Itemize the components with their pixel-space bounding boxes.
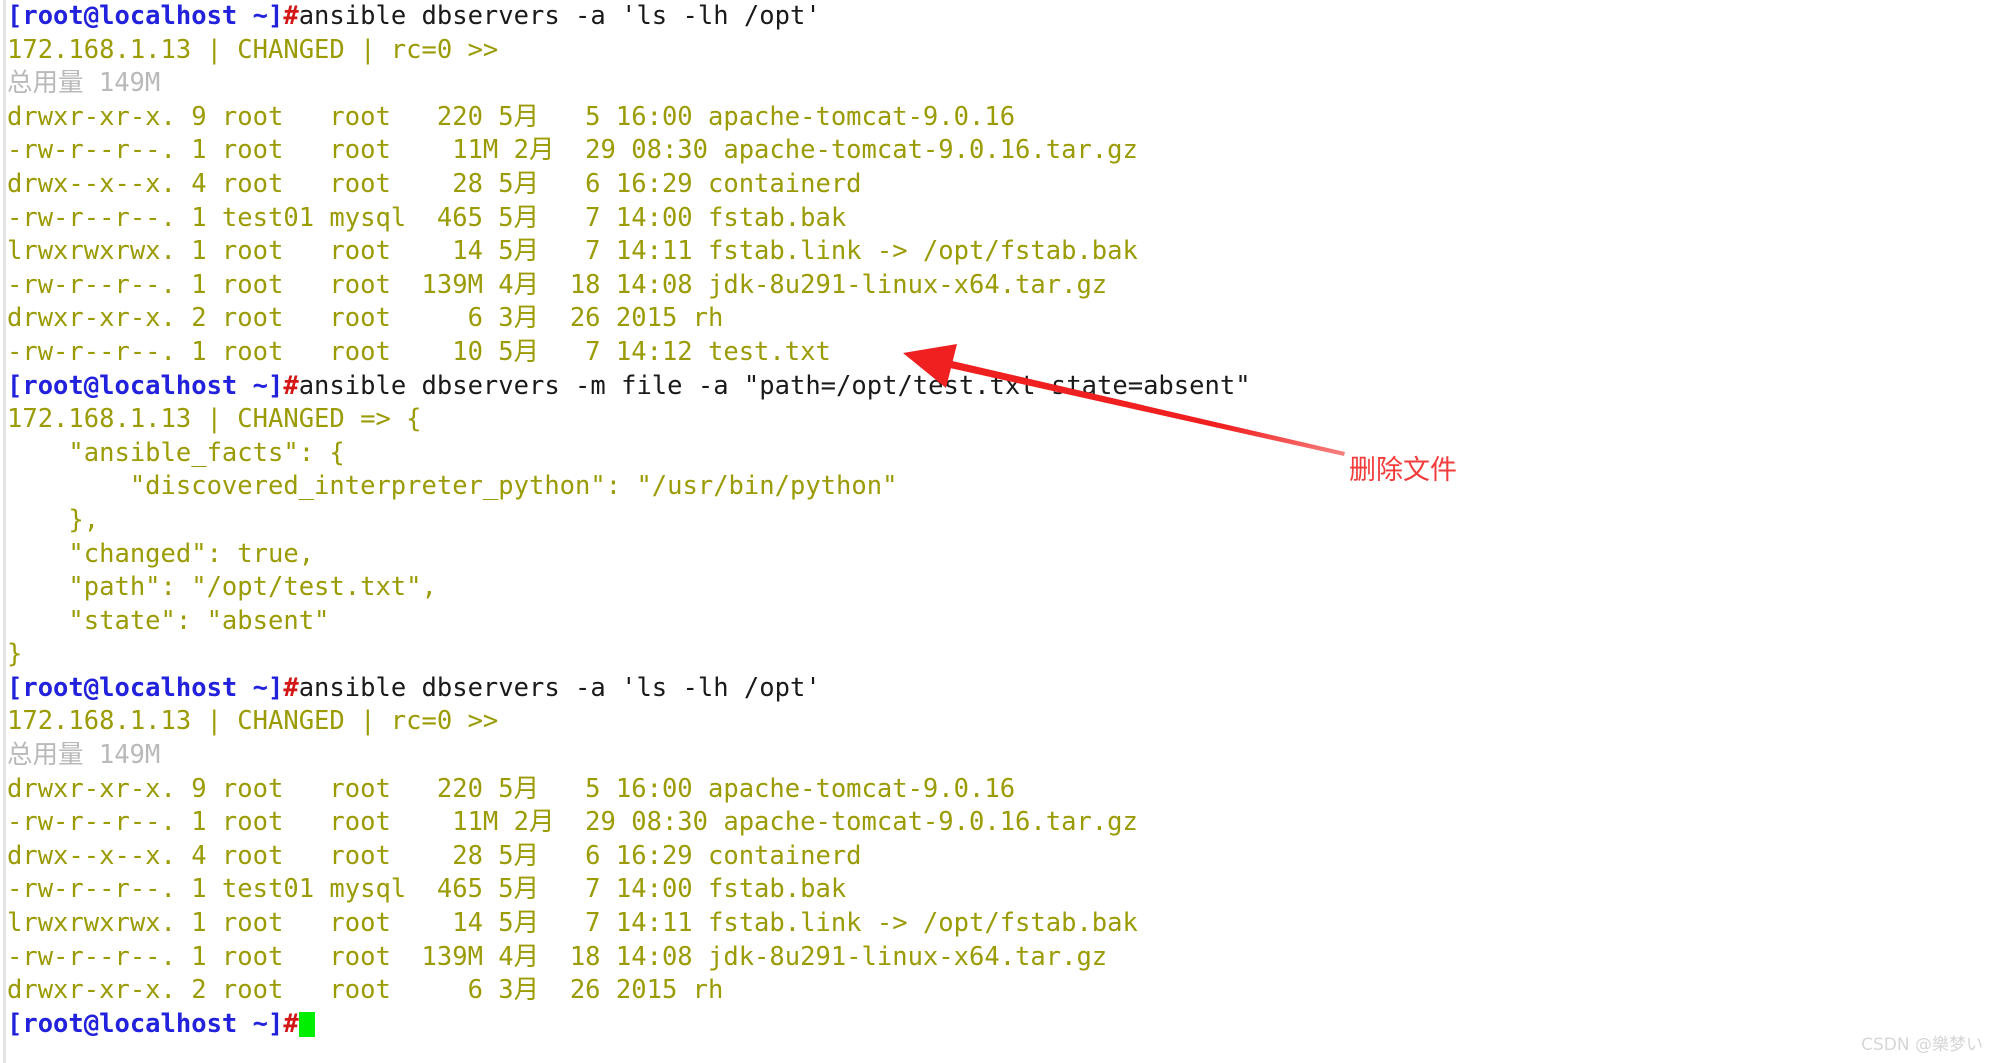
terminal-output-line: 172.168.1.13 | CHANGED | rc=0 >> [7, 705, 1987, 739]
terminal-output-line: "path": "/opt/test.txt", [7, 571, 1987, 605]
output-text: "discovered_interpreter_python": "/usr/b… [7, 471, 898, 502]
terminal-output-line: "changed": true, [7, 538, 1987, 572]
terminal-cursor[interactable] [298, 1011, 315, 1037]
output-text: "path": "/opt/test.txt", [7, 572, 437, 603]
terminal-command-text: ansible dbservers -a 'ls -lh /opt' [298, 1, 821, 31]
total-size-text: 总用量 149M [7, 68, 161, 99]
terminal-output-line: drwx--x--x. 4 root root 28 5月 6 16:29 co… [7, 168, 1987, 202]
output-text: lrwxrwxrwx. 1 root root 14 5月 7 14:11 fs… [7, 908, 1138, 939]
output-text: -rw-r--r--. 1 root root 139M 4月 18 14:08… [7, 941, 1108, 972]
output-text: drwxr-xr-x. 9 root root 220 5月 5 16:00 a… [7, 773, 1016, 804]
terminal-output-line: -rw-r--r--. 1 test01 mysql 465 5月 7 14:0… [7, 202, 1987, 236]
total-size-text: 总用量 149M [7, 740, 161, 771]
output-text: drwxr-xr-x. 9 root root 220 5月 5 16:00 a… [7, 101, 1016, 132]
prompt-user-host: [root@localhost ~] [7, 1, 284, 31]
terminal-output-line: drwxr-xr-x. 2 root root 6 3月 26 2015 rh [7, 302, 1987, 336]
terminal-output-line: lrwxrwxrwx. 1 root root 14 5月 7 14:11 fs… [7, 907, 1987, 941]
terminal-output-line: drwxr-xr-x. 9 root root 220 5月 5 16:00 a… [7, 101, 1987, 135]
output-text: 172.168.1.13 | CHANGED | rc=0 >> [7, 34, 499, 65]
terminal-command-text: ansible dbservers -a 'ls -lh /opt' [298, 672, 821, 703]
terminal-output-line: 总用量 149M [7, 67, 1987, 101]
csdn-watermark: CSDN @樂梦い [1861, 1035, 1983, 1055]
terminal-output-line: -rw-r--r--. 1 root root 139M 4月 18 14:08… [7, 269, 1987, 303]
terminal-output-line: "state": "absent" [7, 605, 1987, 639]
terminal-output-line: "discovered_interpreter_python": "/usr/b… [7, 470, 1987, 504]
annotation-label: 删除文件 [1349, 455, 1457, 486]
terminal-output-line: -rw-r--r--. 1 root root 11M 2月 29 08:30 … [7, 134, 1987, 168]
output-text: "ansible_facts": { [7, 437, 345, 468]
prompt-user-host: [root@localhost ~] [7, 672, 284, 703]
terminal-output-line: lrwxrwxrwx. 1 root root 14 5月 7 14:11 fs… [7, 235, 1987, 269]
output-text: -rw-r--r--. 1 test01 mysql 465 5月 7 14:0… [7, 874, 847, 905]
terminal-prompt-line: [root@localhost ~]#ansible dbservers -a … [7, 672, 1987, 706]
output-text: -rw-r--r--. 1 root root 139M 4月 18 14:08… [7, 269, 1108, 300]
terminal-output-line: -rw-r--r--. 1 root root 10 5月 7 14:12 te… [7, 336, 1987, 370]
output-text: "changed": true, [7, 538, 315, 569]
terminal-output-line: -rw-r--r--. 1 test01 mysql 465 5月 7 14:0… [7, 873, 1987, 907]
terminal-command-text: ansible dbservers -m file -a "path=/opt/… [298, 370, 1251, 401]
terminal-output-line: "ansible_facts": { [7, 437, 1987, 471]
terminal-prompt-line: [root@localhost ~]#ansible dbservers -a … [7, 0, 1987, 34]
terminal-screenshot: [root@localhost ~]#ansible dbservers -a … [0, 0, 1997, 1063]
output-text: drwx--x--x. 4 root root 28 5月 6 16:29 co… [7, 840, 862, 871]
output-text: -rw-r--r--. 1 test01 mysql 465 5月 7 14:0… [7, 202, 847, 233]
prompt-hash-symbol: # [283, 672, 299, 703]
prompt-hash-symbol: # [283, 1, 299, 31]
terminal-output-line: -rw-r--r--. 1 root root 139M 4月 18 14:08… [7, 941, 1987, 975]
output-text: lrwxrwxrwx. 1 root root 14 5月 7 14:11 fs… [7, 236, 1138, 267]
prompt-user-host: [root@localhost ~] [7, 1008, 284, 1039]
output-text: }, [7, 504, 100, 535]
prompt-hash-symbol: # [283, 370, 299, 401]
terminal-output-line: drwxr-xr-x. 9 root root 220 5月 5 16:00 a… [7, 773, 1987, 807]
output-text: -rw-r--r--. 1 root root 11M 2月 29 08:30 … [7, 135, 1138, 166]
prompt-user-host: [root@localhost ~] [7, 370, 284, 401]
output-text: 172.168.1.13 | CHANGED | rc=0 >> [7, 706, 499, 737]
output-text: drwx--x--x. 4 root root 28 5月 6 16:29 co… [7, 168, 862, 199]
terminal-output-line: 总用量 149M [7, 739, 1987, 773]
terminal-output[interactable]: [root@localhost ~]#ansible dbservers -a … [7, 0, 1987, 1041]
terminal-prompt-line: [root@localhost ~]# [7, 1008, 1987, 1042]
output-text: } [7, 639, 23, 670]
terminal-output-line: 172.168.1.13 | CHANGED | rc=0 >> [7, 34, 1987, 68]
terminal-output-line: 172.168.1.13 | CHANGED => { [7, 403, 1987, 437]
output-text: -rw-r--r--. 1 root root 10 5月 7 14:12 te… [7, 336, 831, 367]
terminal-output-line: -rw-r--r--. 1 root root 11M 2月 29 08:30 … [7, 806, 1987, 840]
output-text: "state": "absent" [7, 605, 330, 636]
terminal-prompt-line: [root@localhost ~]#ansible dbservers -m … [7, 370, 1987, 404]
left-gutter-divider [3, 0, 6, 1063]
output-text: -rw-r--r--. 1 root root 11M 2月 29 08:30 … [7, 807, 1138, 838]
terminal-output-line: drwx--x--x. 4 root root 28 5月 6 16:29 co… [7, 840, 1987, 874]
output-text: drwxr-xr-x. 2 root root 6 3月 26 2015 rh [7, 975, 724, 1006]
output-text: drwxr-xr-x. 2 root root 6 3月 26 2015 rh [7, 303, 724, 334]
terminal-output-line: } [7, 638, 1987, 672]
output-text: 172.168.1.13 | CHANGED => { [7, 404, 422, 435]
prompt-hash-symbol: # [283, 1008, 299, 1039]
terminal-output-line: }, [7, 504, 1987, 538]
terminal-output-line: drwxr-xr-x. 2 root root 6 3月 26 2015 rh [7, 974, 1987, 1008]
